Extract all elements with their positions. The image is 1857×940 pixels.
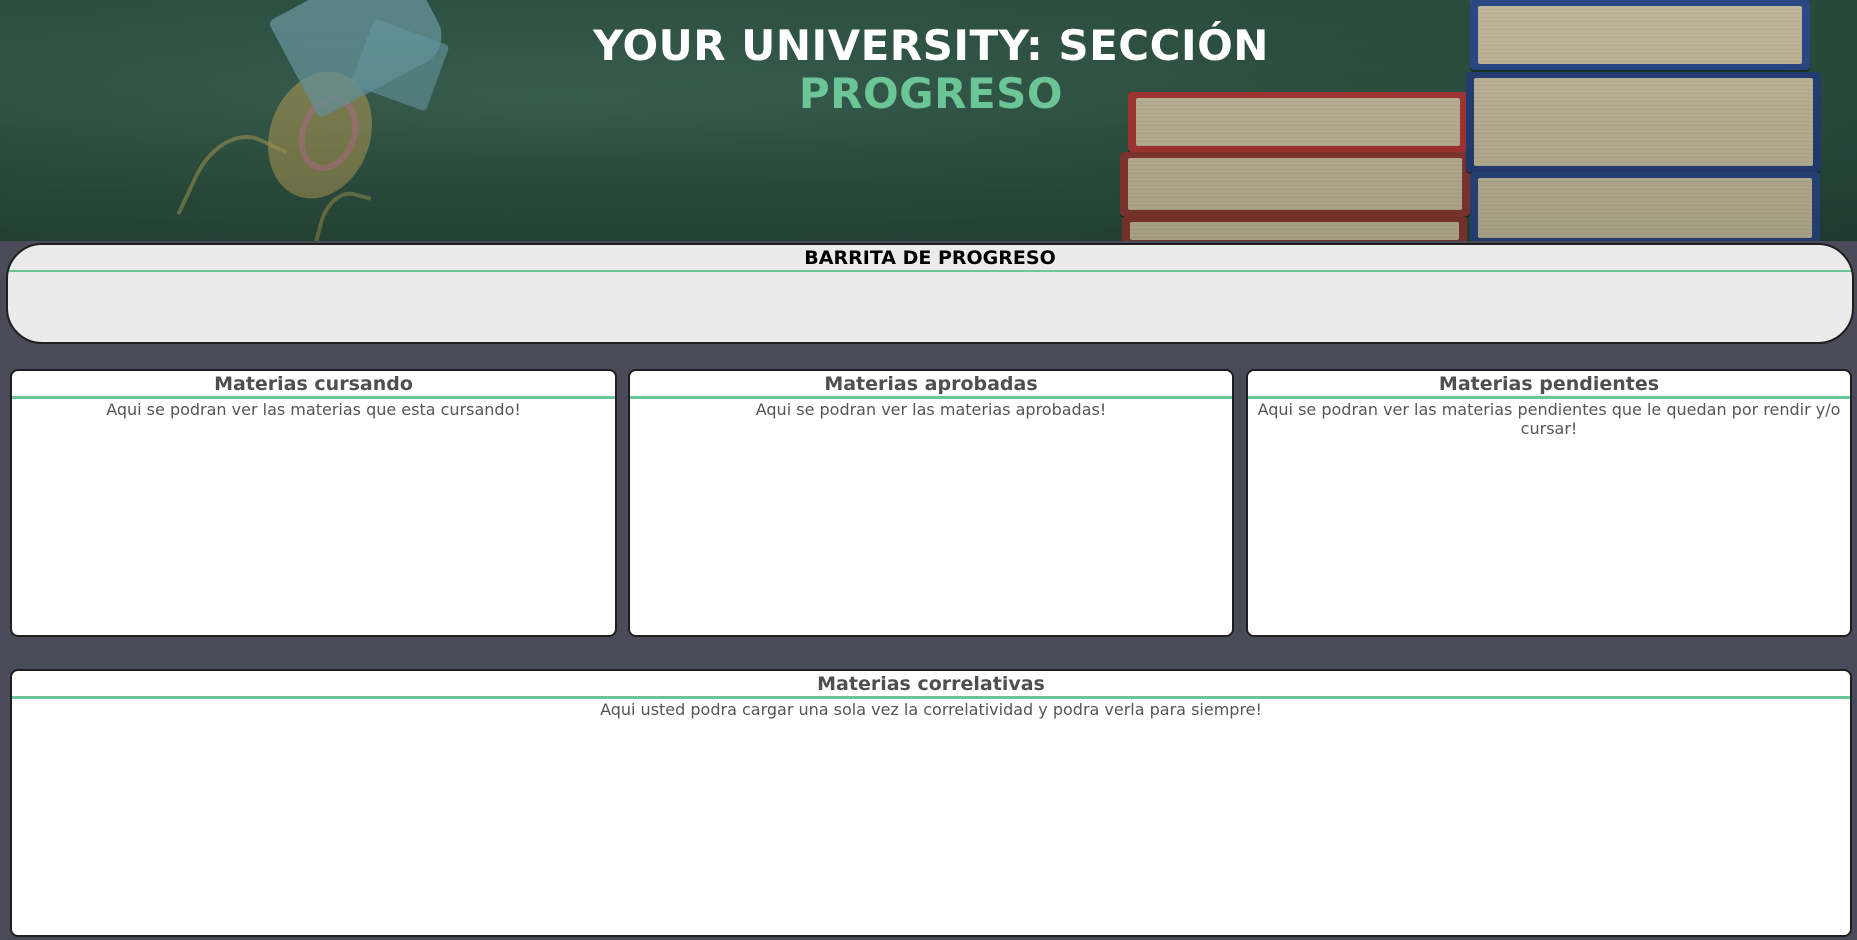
card-description: Aqui se podran ver las materias que esta… [106,400,521,419]
card-materias-aprobadas: Materias aprobadas Aqui se podran ver la… [628,369,1234,637]
card-description: Aqui se podran ver las materias aprobada… [755,400,1107,419]
card-title: Materias aprobadas [630,372,1232,399]
page-title-main: YOUR UNIVERSITY: SECCIÓN [593,21,1269,70]
progress-bar-track [38,295,1822,315]
header-banner: YOUR UNIVERSITY: SECCIÓN PROGRESO [0,0,1857,241]
page: YOUR UNIVERSITY: SECCIÓN PROGRESO BARRIT… [0,0,1857,940]
card-title: Materias pendientes [1248,372,1850,399]
card-materias-cursando: Materias cursando Aqui se podran ver las… [10,369,617,637]
page-title: YOUR UNIVERSITY: SECCIÓN PROGRESO [0,22,1857,118]
card-materias-correlativas: Materias correlativas Aqui usted podra c… [10,669,1852,937]
progress-bar-panel: BARRITA DE PROGRESO [6,243,1854,344]
page-title-section: PROGRESO [798,69,1064,118]
card-title: Materias cursando [12,372,615,399]
card-description: Aqui usted podra cargar una sola vez la … [600,700,1262,719]
card-title: Materias correlativas [12,672,1850,699]
progress-bar-title: BARRITA DE PROGRESO [8,246,1852,272]
card-materias-pendientes: Materias pendientes Aqui se podran ver l… [1246,369,1852,637]
card-description: Aqui se podran ver las materias pendient… [1257,400,1841,438]
